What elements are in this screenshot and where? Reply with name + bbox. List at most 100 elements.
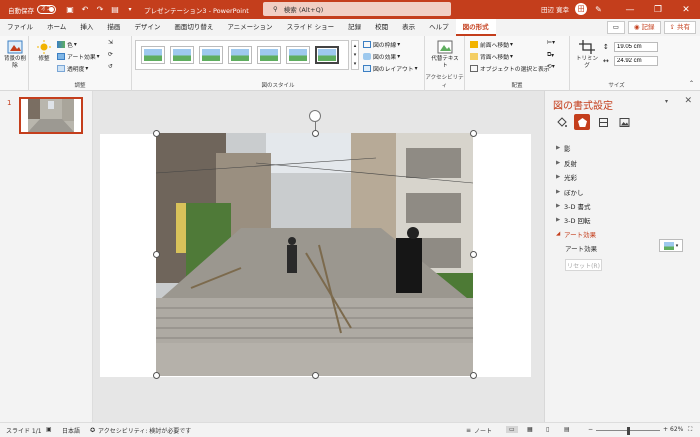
- style-thumbnail[interactable]: [286, 46, 310, 64]
- align-button[interactable]: ⊨ ▾: [547, 40, 555, 46]
- redo-icon[interactable]: ↷: [94, 4, 106, 16]
- tab-picture-format[interactable]: 図の形式: [455, 19, 496, 36]
- accessibility-status[interactable]: ✪ アクセシビリティ: 検討が必要です: [90, 426, 191, 435]
- tab-home[interactable]: ホーム: [40, 19, 73, 36]
- slide-sorter-icon[interactable]: ▦: [527, 426, 533, 433]
- search-box[interactable]: ⚲ 検索 (Alt+Q): [263, 2, 451, 16]
- normal-view-icon[interactable]: ▭: [506, 426, 518, 433]
- record-button[interactable]: ◉ 記録: [627, 21, 661, 34]
- styles-scroll[interactable]: ▴ ▾ ▾: [351, 40, 359, 70]
- tab-design[interactable]: デザイン: [127, 19, 167, 36]
- picture-tab[interactable]: [616, 114, 632, 130]
- tab-record[interactable]: 記録: [341, 19, 368, 36]
- picture-border-button[interactable]: 図の枠線 ▾: [363, 40, 400, 49]
- close-icon[interactable]: ✕: [684, 96, 692, 106]
- change-picture-button[interactable]: ⟳: [108, 52, 113, 58]
- tab-animations[interactable]: アニメーション: [220, 19, 279, 36]
- spellcheck-icon[interactable]: ▣: [46, 426, 52, 433]
- section-soft-edges[interactable]: ▶ ぼかし: [556, 187, 584, 197]
- gallery-more-icon[interactable]: ▾: [354, 61, 357, 67]
- section-glow[interactable]: ▶ 光彩: [556, 172, 577, 182]
- resize-handle[interactable]: [153, 251, 160, 258]
- reset-picture-button[interactable]: ↺: [108, 64, 113, 70]
- bring-forward-button[interactable]: 前面へ移動 ▾: [470, 40, 513, 49]
- zoom-slider-thumb[interactable]: [627, 427, 630, 435]
- collapse-ribbon-icon[interactable]: ⌃: [689, 80, 694, 87]
- style-thumbnail[interactable]: [199, 46, 223, 64]
- resize-handle[interactable]: [470, 372, 477, 379]
- resize-handle[interactable]: [312, 130, 319, 137]
- autosave-toggle[interactable]: オフ: [37, 5, 56, 14]
- resize-handle[interactable]: [153, 372, 160, 379]
- zoom-level[interactable]: 62%: [670, 426, 683, 433]
- compress-button[interactable]: ⇲: [108, 40, 113, 46]
- resize-handle[interactable]: [153, 130, 160, 137]
- zoom-out-icon[interactable]: −: [588, 426, 593, 433]
- comments-button[interactable]: ▭: [606, 21, 625, 34]
- pen-icon[interactable]: ✎: [595, 5, 602, 14]
- fill-line-tab[interactable]: [553, 114, 569, 130]
- autosave[interactable]: 自動保存 オフ: [8, 5, 56, 15]
- undo-icon[interactable]: ↶: [79, 4, 91, 16]
- size-properties-tab[interactable]: [595, 114, 611, 130]
- reset-button[interactable]: リセット(R): [565, 259, 602, 271]
- art-effect-dropdown[interactable]: ▾: [659, 239, 683, 252]
- send-backward-button[interactable]: 背面へ移動 ▾: [470, 52, 513, 61]
- section-artistic-effects[interactable]: ◢ アート効果: [556, 229, 596, 239]
- minimize-icon[interactable]: —: [616, 0, 644, 19]
- style-thumbnail[interactable]: [170, 46, 194, 64]
- tab-review[interactable]: 校閲: [368, 19, 395, 36]
- close-icon[interactable]: ✕: [672, 0, 700, 19]
- selection-pane-button[interactable]: オブジェクトの選択と表示: [470, 64, 550, 73]
- section-3d-rotation[interactable]: ▶ 3-D 回転: [556, 215, 591, 225]
- tab-insert[interactable]: 挿入: [73, 19, 100, 36]
- present-icon[interactable]: ▤: [109, 4, 121, 16]
- tab-transitions[interactable]: 画面切り替え: [167, 19, 220, 36]
- tab-help[interactable]: ヘルプ: [422, 19, 456, 36]
- tab-draw[interactable]: 描画: [100, 19, 127, 36]
- restore-icon[interactable]: ❐: [644, 0, 672, 19]
- user-account[interactable]: 田辺 寛幸 田 ✎: [541, 3, 602, 15]
- reading-view-icon[interactable]: ▯: [546, 426, 549, 433]
- resize-handle[interactable]: [470, 130, 477, 137]
- corrections-button[interactable]: 修整: [33, 40, 55, 63]
- color-button[interactable]: 色 ▾: [57, 40, 77, 49]
- zoom-in-icon[interactable]: +: [663, 426, 668, 433]
- fit-to-window-icon[interactable]: ⛶: [688, 426, 692, 434]
- customize-qat-icon[interactable]: ▾: [124, 4, 136, 16]
- art-effects-button[interactable]: アート効果 ▾: [57, 52, 100, 61]
- language[interactable]: 日本語: [62, 426, 80, 435]
- slideshow-icon[interactable]: ▤: [564, 426, 570, 433]
- save-icon[interactable]: ▣: [64, 4, 76, 16]
- effects-tab[interactable]: [574, 114, 590, 130]
- resize-handle[interactable]: [312, 372, 319, 379]
- section-shadow[interactable]: ▶ 影: [556, 143, 571, 153]
- width-input[interactable]: [614, 56, 658, 66]
- height-input[interactable]: [614, 42, 658, 52]
- style-thumbnail[interactable]: [228, 46, 252, 64]
- style-thumbnail[interactable]: [141, 46, 165, 64]
- tab-view[interactable]: 表示: [395, 19, 422, 36]
- selected-picture[interactable]: [156, 133, 473, 376]
- style-thumbnail[interactable]: [315, 46, 339, 64]
- style-thumbnail[interactable]: [257, 46, 281, 64]
- resize-handle[interactable]: [470, 251, 477, 258]
- section-3d-format[interactable]: ▶ 3-D 書式: [556, 201, 591, 211]
- picture-layout-button[interactable]: 図のレイアウト ▾: [363, 64, 418, 73]
- picture-effects-button[interactable]: 図の効果 ▾: [363, 52, 400, 61]
- slide-thumbnail[interactable]: [19, 97, 83, 134]
- section-reflection[interactable]: ▶ 反射: [556, 158, 577, 168]
- alt-text-button[interactable]: 代替テキスト: [430, 40, 460, 70]
- tab-file[interactable]: ファイル: [0, 19, 40, 36]
- scroll-down-icon[interactable]: ▾: [354, 52, 357, 58]
- scroll-up-icon[interactable]: ▴: [354, 43, 357, 49]
- notes-button[interactable]: ≡ ノート: [466, 426, 492, 435]
- share-button[interactable]: ⇪ 共有: [663, 21, 696, 34]
- crop-button[interactable]: トリミング: [574, 40, 600, 70]
- pane-options-icon[interactable]: ▾: [665, 98, 668, 105]
- rotate-button[interactable]: ⟲ ▾: [547, 64, 555, 70]
- transparency-button[interactable]: 透明度 ▾: [57, 64, 88, 73]
- remove-bg-button[interactable]: 背景の削除: [3, 40, 27, 70]
- tab-slideshow[interactable]: スライド ショー: [280, 19, 342, 36]
- group-objects-button[interactable]: ⧉ ▾: [547, 52, 554, 59]
